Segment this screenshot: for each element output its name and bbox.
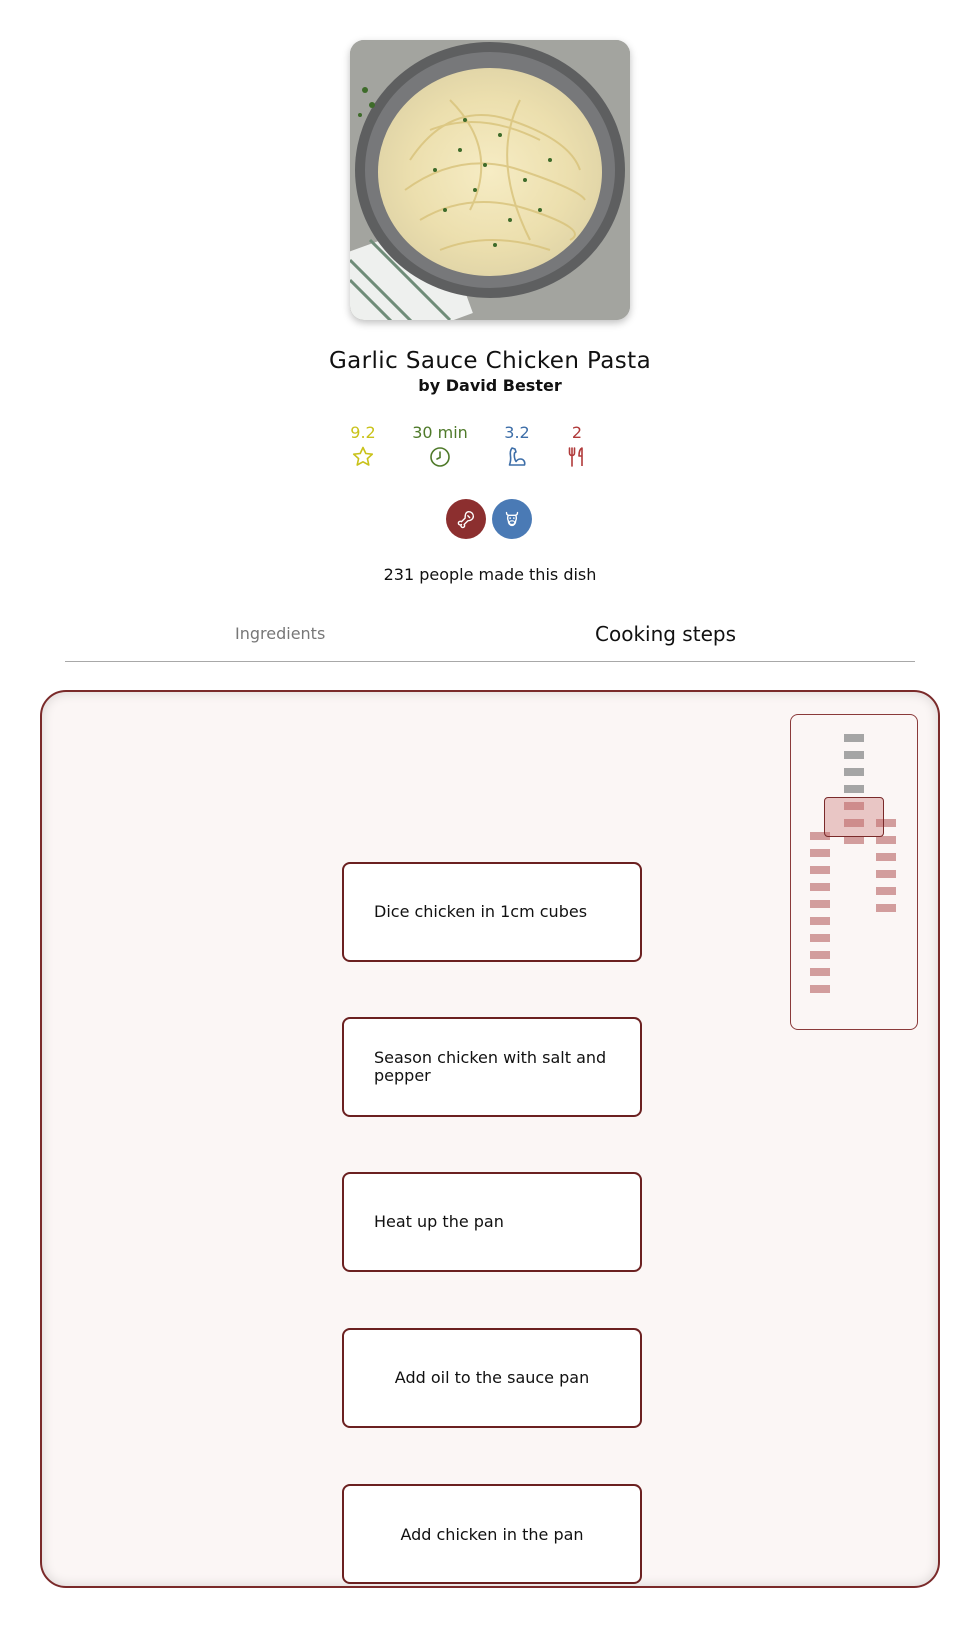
step-text: Dice chicken in 1cm cubes (374, 902, 588, 921)
minimap-step (810, 985, 830, 993)
minimap-step (810, 900, 830, 908)
minimap-step (810, 866, 830, 874)
rating-value: 9.2 (350, 423, 376, 442)
step-text: Add chicken in the pan (400, 1525, 584, 1544)
recipe-author: by David Bester (418, 376, 562, 395)
recipe-tabs: Ingredients Cooking steps (65, 622, 915, 662)
minimap-step-done (844, 785, 864, 793)
servings-stat: 2 (537, 424, 617, 469)
minimap-step (844, 836, 864, 844)
step-card[interactable]: Dice chicken in 1cm cubes (342, 862, 642, 962)
minimap-step (876, 853, 896, 861)
step-card[interactable]: Add oil to the sauce pan (342, 1328, 642, 1428)
pasta-photo (350, 40, 630, 320)
minimap-step-done (844, 768, 864, 776)
recipe-title: Garlic Sauce Chicken Pasta (328, 348, 652, 374)
minimap-step (810, 917, 830, 925)
tab-cooking-steps[interactable]: Cooking steps (595, 622, 736, 646)
minimap-step (810, 968, 830, 976)
step-card[interactable]: Heat up the pan (342, 1172, 642, 1272)
step-text: Heat up the pan (374, 1212, 504, 1231)
minimap-step (876, 836, 896, 844)
star-icon (352, 446, 374, 466)
tab-ingredients[interactable]: Ingredients (235, 624, 325, 643)
step-card[interactable]: Add chicken in the pan (342, 1484, 642, 1584)
minimap-step (876, 870, 896, 878)
drumstick-icon (457, 510, 475, 529)
dairy-badge (492, 499, 532, 539)
rating-stat: 9.2 (323, 424, 403, 469)
recipe-image (350, 40, 630, 320)
meat-badge (446, 499, 486, 539)
made-count: 231 people made this dish (383, 565, 597, 584)
minimap-step (876, 887, 896, 895)
step-card[interactable]: Season chicken with salt and pepper (342, 1017, 642, 1117)
minimap-step (810, 951, 830, 959)
cow-icon (505, 511, 519, 527)
time-stat: 30 min (400, 424, 480, 469)
minimap-step (810, 934, 830, 942)
recipe-stats: 9.2 30 min 3.2 2 (0, 424, 980, 474)
servings-value: 2 (571, 423, 583, 442)
minimap-step (876, 904, 896, 912)
fork-knife-icon (568, 447, 583, 467)
clock-icon (430, 447, 450, 467)
step-text: Season chicken with salt and pepper (374, 1048, 607, 1085)
time-value: 30 min (412, 423, 468, 442)
minimap-step-done (844, 734, 864, 742)
minimap-step (810, 849, 830, 857)
minimap-step (810, 883, 830, 891)
flexed-arm-icon (508, 447, 526, 466)
minimap-viewport[interactable] (824, 797, 884, 837)
steps-minimap[interactable] (790, 714, 918, 1030)
minimap-step-done (844, 751, 864, 759)
cooking-steps-panel[interactable]: Dice chicken in 1cm cubes Season chicken… (40, 690, 940, 1588)
step-text: Add oil to the sauce pan (394, 1368, 590, 1387)
